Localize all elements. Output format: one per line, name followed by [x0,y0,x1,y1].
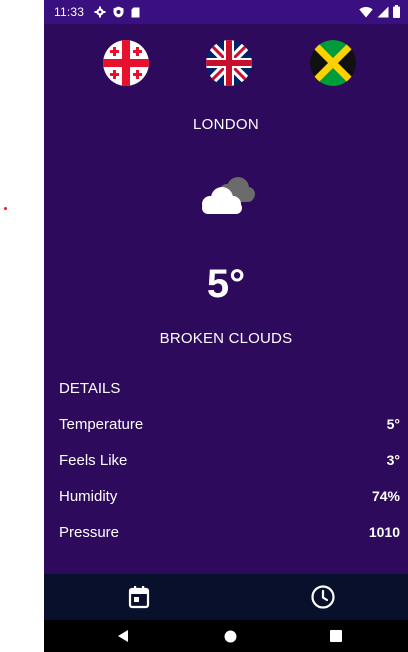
detail-value: 1010 [368,524,400,540]
status-bar: 11:33 [44,0,408,24]
weather-condition: BROKEN CLOUDS [159,330,293,347]
detail-row-temperature: Temperature 5° [59,416,400,433]
status-time: 11:33 [54,5,85,19]
settings-icon [94,6,106,18]
detail-value: 74% [371,488,400,504]
wifi-icon [359,6,373,18]
phone-screen: 11:33 LONDON 5° BROKEN CLOUDS DETAILS Te… [44,0,408,652]
back-icon[interactable] [116,629,130,643]
georgia-flag[interactable] [103,40,149,86]
bottom-navigation [44,574,408,620]
calendar-button[interactable] [126,584,152,610]
shield-icon [113,6,124,18]
detail-value: 3° [386,452,400,468]
calendar-icon [128,586,150,609]
clock-button[interactable] [310,584,336,610]
clock-icon [311,585,335,609]
recents-icon[interactable] [330,630,342,642]
current-temperature: 5° [206,262,246,306]
status-right-icons [359,5,400,18]
detail-label: Pressure [59,524,120,541]
detail-label: Feels Like [59,452,128,469]
city-name: LONDON [193,116,259,133]
signal-icon [377,6,389,17]
detail-label: Temperature [59,416,144,433]
detail-row-humidity: Humidity 74% [59,488,400,505]
georgia-flag-icon [103,40,149,86]
broken-clouds-icon [202,177,255,214]
home-icon[interactable] [224,630,237,643]
details-title: DETAILS [59,380,121,397]
battery-icon [393,5,400,18]
system-navigation-bar [44,620,408,652]
stray-dot [4,207,7,210]
detail-value: 5° [386,416,400,432]
jamaica-flag-icon [310,40,356,86]
detail-label: Humidity [59,488,118,505]
jamaica-flag[interactable] [310,40,356,86]
status-left-icons [94,6,140,18]
uk-flag-icon [206,40,252,86]
uk-flag[interactable] [206,40,252,86]
sd-card-icon [131,7,140,17]
detail-row-pressure: Pressure 1010 [59,524,400,541]
detail-row-feels-like: Feels Like 3° [59,452,400,469]
